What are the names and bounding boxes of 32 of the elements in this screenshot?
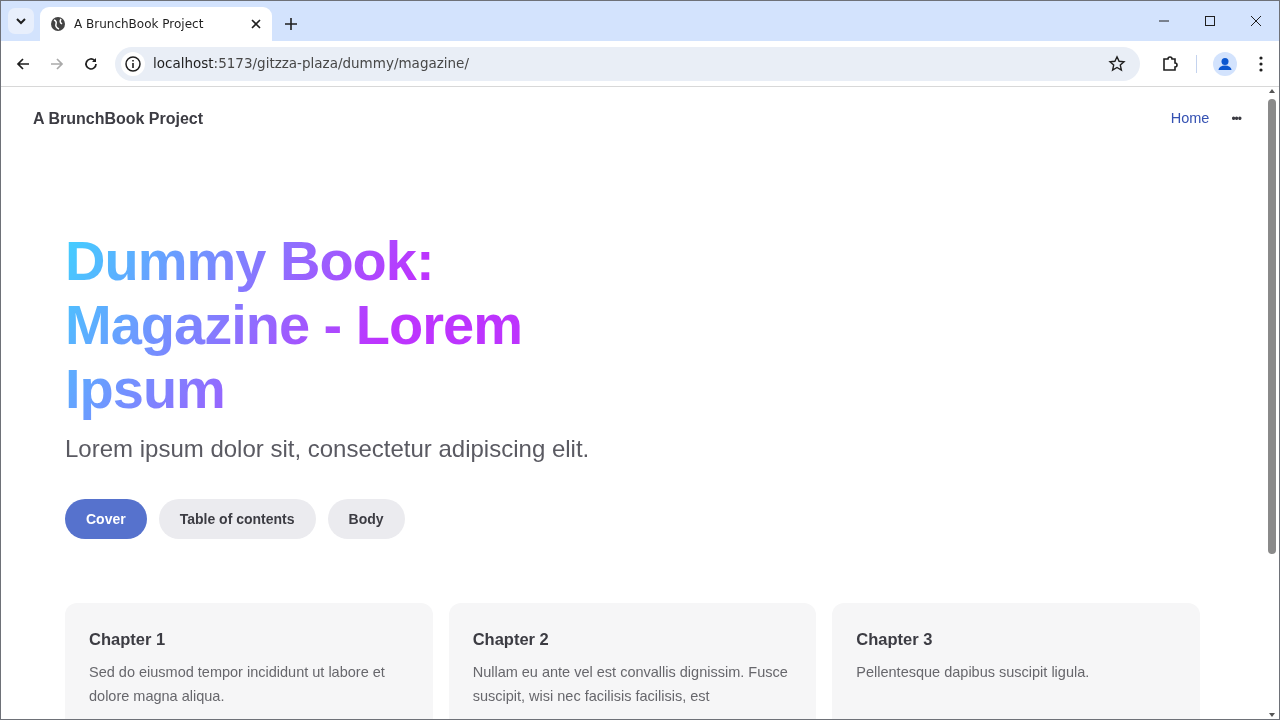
chapter-title: Chapter 3 (856, 629, 934, 650)
chevron-down-icon (15, 15, 27, 27)
tab-title: A BrunchBook Project (74, 16, 205, 33)
chapter-card[interactable]: Chapter 3 Pellentesque dapibus suscipit ligula. (832, 603, 1200, 719)
scroll-down-icon[interactable] (1268, 711, 1276, 719)
globe-icon (50, 16, 66, 32)
url-text: localhost:5173/gitzza-plaza/dummy/magazine/ (153, 54, 469, 74)
chapter-title: Chapter 2 (472, 629, 550, 650)
chapter-card[interactable]: Chapter 2 Nullam eu ante vel est convallis dignissim. Fusce suscipit, wisi nec facilisis facilisis, est (448, 603, 817, 719)
site-title[interactable]: A BrunchBook Project (33, 107, 204, 131)
scroll-up-icon[interactable] (1268, 87, 1276, 95)
close-tab-icon[interactable] (250, 18, 262, 30)
more-menu[interactable]: ••• (1231, 110, 1241, 128)
chapter-card[interactable]: Chapter 1 Sed do eiusmod tempor incididunt ut labore et dolore magna aliqua. (65, 603, 433, 719)
scrollbar[interactable] (1265, 87, 1279, 719)
browser-tab[interactable]: A BrunchBook Project (40, 7, 272, 41)
chapter-text: Nullam eu ante vel est convallis dignissim. Fusce suscipit, wisi nec facilisis facilisis, est (472, 662, 789, 706)
profile-icon[interactable] (1213, 51, 1237, 76)
info-icon (121, 51, 145, 76)
nav-link[interactable]: Home (1170, 108, 1210, 130)
chapter-text: Pellentesque dapibus suscipit ligula. (856, 662, 1091, 682)
section-button[interactable]: Body (327, 499, 405, 539)
tab-search-button[interactable] (8, 8, 34, 34)
puzzle-icon[interactable] (1160, 53, 1180, 74)
section-button[interactable]: Table of contents (158, 499, 316, 539)
tagline: Lorem ipsum dolor sit, consectetur adipiscing elit. (65, 434, 591, 464)
new-tab-icon[interactable] (284, 17, 298, 31)
address-bar[interactable]: localhost:5173/gitzza-plaza/dummy/magazine/ (115, 46, 1140, 81)
chapter-title: Chapter 1 (89, 629, 167, 650)
chapter-text: Sed do eiusmod tempor incididunt ut labore et dolore magna aliqua. (89, 662, 386, 706)
star-icon[interactable] (1108, 54, 1126, 73)
section-button[interactable]: Cover (65, 499, 147, 539)
